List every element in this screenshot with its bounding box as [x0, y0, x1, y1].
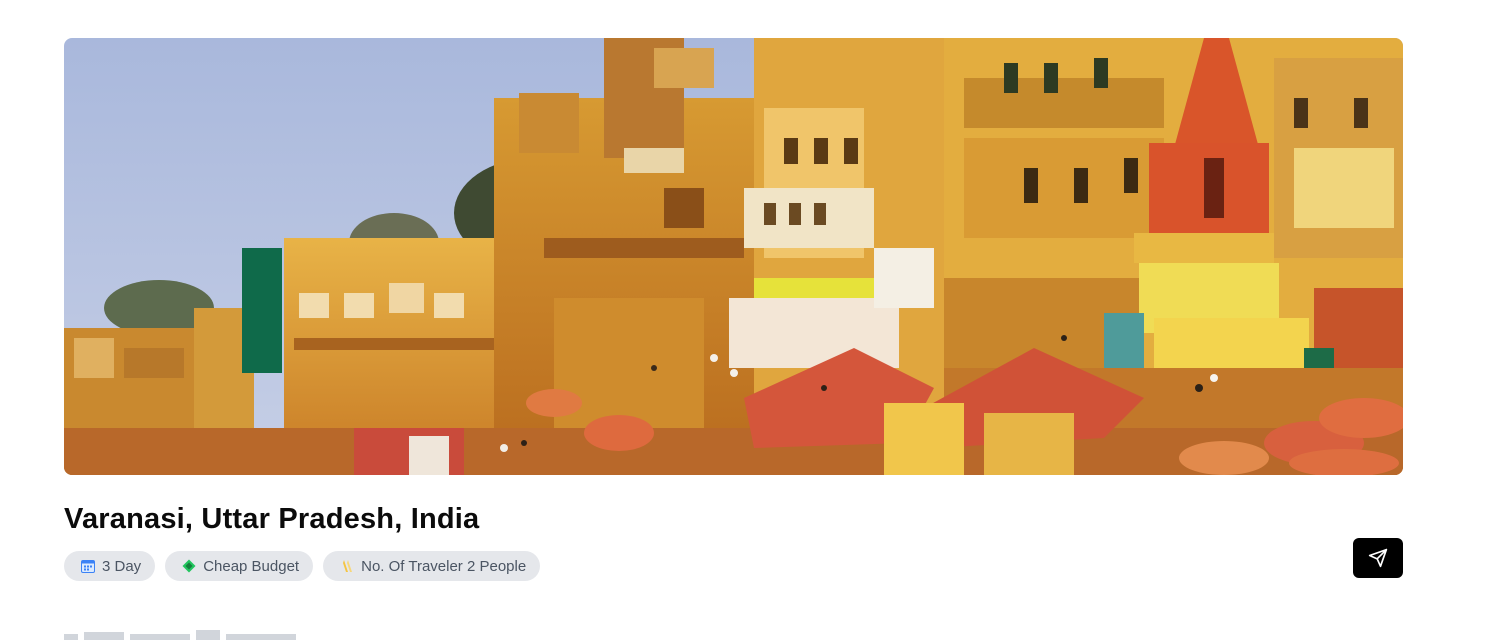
- chip-travelers: No. Of Traveler 2 People: [323, 551, 541, 581]
- calendar-icon: [80, 558, 96, 574]
- chip-travelers-label: No. Of Traveler 2 People: [361, 557, 527, 575]
- hero-image: [64, 38, 1403, 475]
- chip-budget-label: Cheap Budget: [203, 557, 300, 575]
- trip-page: Varanasi, Uttar Pradesh, India 3 Day Che…: [0, 0, 1490, 640]
- money-icon: [181, 558, 197, 574]
- next-section-heading-cutoff: [64, 628, 324, 640]
- travelers-icon: [339, 558, 355, 574]
- send-icon: [1368, 548, 1388, 568]
- chip-duration: 3 Day: [64, 551, 156, 581]
- place-title: Varanasi, Uttar Pradesh, India: [64, 503, 480, 535]
- chip-budget: Cheap Budget: [165, 551, 314, 581]
- trip-info-chips: 3 Day Cheap Budget No. Of Traveler 2 Peo…: [64, 551, 541, 581]
- varanasi-ghats-photo: [64, 38, 1403, 475]
- share-button[interactable]: [1353, 538, 1403, 578]
- chip-duration-label: 3 Day: [102, 557, 142, 575]
